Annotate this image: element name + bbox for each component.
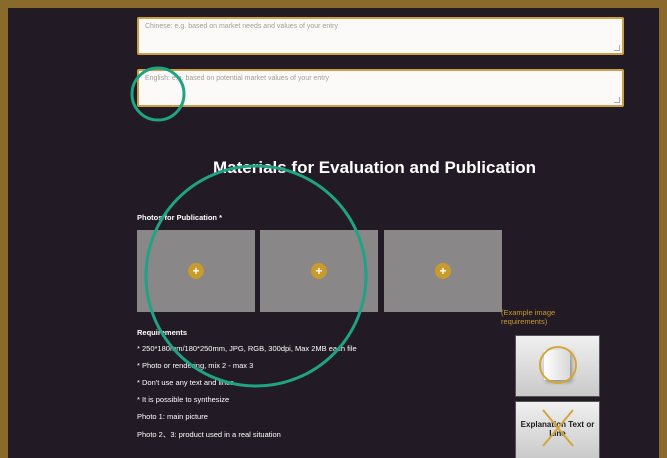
page-frame: Chinese: e.g. based on market needs and … — [8, 8, 659, 458]
photo-upload-slot-3[interactable]: + — [384, 230, 502, 312]
requirements-title: Requirements — [137, 328, 188, 337]
english-placeholder: English: e.g. based on potential market … — [145, 75, 330, 82]
chinese-placeholder: Chinese: e.g. based on market needs and … — [145, 23, 339, 30]
photos-label: Photos for Publication * — [137, 213, 223, 222]
requirement-item: * 250*180mm/180*250mm, JPG, RGB, 300dpi,… — [137, 344, 357, 353]
cross-icon — [542, 409, 574, 447]
example-image-label: (Example image requirements) — [501, 308, 556, 326]
requirement-item: * Don't use any text and lines — [137, 378, 234, 387]
resize-grip-icon[interactable] — [614, 45, 620, 51]
chinese-description-textarea[interactable]: Chinese: e.g. based on market needs and … — [137, 17, 624, 55]
requirement-item: Photo 2、3: product used in a real situat… — [137, 430, 281, 439]
section-title: Materials for Evaluation and Publication — [213, 158, 537, 177]
photo-upload-slot-2[interactable]: + — [260, 230, 378, 312]
requirement-item: * Photo or rendering, mix 2 - max 3 — [137, 361, 254, 370]
photo-upload-slot-1[interactable]: + — [137, 230, 255, 312]
example-thumbnail-bad: Explanation Text or Line — [515, 401, 600, 458]
english-description-textarea[interactable]: English: e.g. based on potential market … — [137, 69, 624, 107]
plus-icon[interactable]: + — [435, 263, 451, 279]
plus-icon[interactable]: + — [188, 263, 204, 279]
ring-icon — [539, 346, 577, 384]
resize-grip-icon[interactable] — [614, 97, 620, 103]
requirement-item: Photo 1: main picture — [137, 412, 208, 421]
plus-icon[interactable]: + — [311, 263, 327, 279]
requirement-item: * It is possible to synthesize — [137, 395, 230, 404]
example-thumbnail-good — [515, 335, 600, 397]
